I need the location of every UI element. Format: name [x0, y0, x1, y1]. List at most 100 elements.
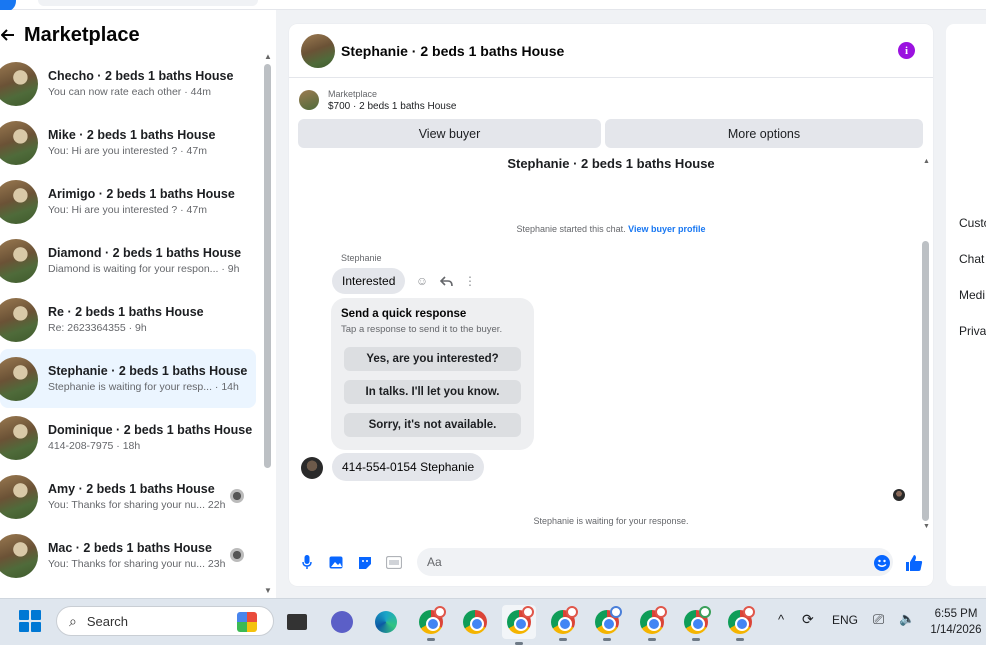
conversation-item[interactable]: Re · 2 beds 1 baths House Re: 2623364355 … — [0, 290, 256, 349]
chrome-profile-icon[interactable] — [418, 606, 446, 641]
clock-time: 6:55 PM — [934, 608, 978, 620]
conversation-name: Checho · 2 beds 1 baths House — [48, 69, 234, 83]
conversation-avatar — [0, 179, 38, 224]
conversation-item[interactable]: Mac · 2 beds 1 baths House You: Thanks fo… — [0, 526, 256, 585]
details-panel: Custo Chat Medi Priva — [946, 24, 986, 586]
windows-start-icon[interactable] — [19, 610, 41, 632]
clock-date: 1/14/2026 — [930, 624, 982, 636]
details-item[interactable]: Custo — [959, 216, 986, 230]
conversation-preview: You: Thanks for sharing your nu... 22h — [48, 499, 226, 511]
sidebar-scrollbar[interactable] — [264, 64, 271, 468]
listing-category: Marketplace — [328, 88, 378, 99]
sender-avatar[interactable] — [301, 457, 323, 479]
taskbar-search-label: Search — [86, 613, 129, 629]
chrome-profile-icon[interactable] — [502, 605, 536, 645]
scroll-up-arrow-icon[interactable]: ▲ — [264, 52, 272, 61]
more-vertical-icon[interactable]: ⋮ — [463, 274, 477, 288]
details-item[interactable]: Medi — [959, 288, 985, 302]
network-icon[interactable]: ⎚ — [873, 611, 884, 628]
conversation-item[interactable]: Arimigo · 2 beds 1 baths House You: Hi ar… — [0, 172, 256, 231]
back-arrow-icon[interactable] — [0, 25, 18, 45]
conversation-item[interactable]: Dominique · 2 beds 1 baths House 414-208-… — [0, 408, 256, 467]
top-navigation-bar — [0, 0, 986, 12]
quick-response-card: Send a quick response Tap a response to … — [331, 298, 534, 450]
message-actions: ☺ ⋮ — [415, 274, 477, 288]
scroll-down-arrow-icon[interactable]: ▼ — [264, 586, 272, 595]
chat-header-title[interactable]: Stephanie · 2 beds 1 baths House — [341, 43, 564, 59]
facebook-search-bar[interactable] — [38, 0, 258, 6]
sticker-icon[interactable] — [357, 554, 373, 570]
marketplace-sidebar: Marketplace Checho · 2 beds 1 baths Hous… — [0, 10, 276, 598]
taskbar-search-box[interactable]: ⌕ Search — [56, 606, 274, 636]
sidebar-header: Marketplace — [0, 22, 140, 48]
view-buyer-profile-link[interactable]: View buyer profile — [628, 224, 705, 234]
chrome-profile-icon[interactable] — [594, 606, 622, 641]
chrome-icon[interactable] — [462, 609, 488, 635]
conversation-avatar — [0, 533, 38, 578]
chrome-profile-icon[interactable] — [550, 606, 578, 641]
conversation-item[interactable]: Stephanie · 2 beds 1 baths House Stephani… — [0, 349, 256, 408]
conversation-list: Checho · 2 beds 1 baths House You can now… — [0, 54, 262, 585]
conversation-preview: 414-208-7975 · 18h — [48, 440, 141, 452]
details-item[interactable]: Priva — [959, 324, 986, 338]
sync-icon[interactable]: ⟳ — [802, 611, 814, 628]
photo-icon[interactable] — [328, 554, 344, 570]
chat-scrollbar[interactable] — [922, 241, 929, 521]
conversation-item[interactable]: Amy · 2 beds 1 baths House You: Thanks fo… — [0, 467, 256, 526]
chat-header: Stephanie · 2 beds 1 baths House i — [289, 24, 933, 78]
emoji-icon[interactable] — [874, 555, 890, 571]
conversation-avatar — [0, 474, 38, 519]
conversation-item[interactable]: Diamond · 2 beds 1 baths House Diamond is… — [0, 231, 256, 290]
details-item[interactable]: Chat — [959, 252, 984, 266]
more-options-button[interactable]: More options — [605, 119, 923, 148]
seen-receipt-avatar — [230, 489, 244, 503]
conversation-avatar — [0, 297, 38, 342]
chat-started-notice: Stephanie started this chat. View buyer … — [289, 224, 933, 234]
gif-icon[interactable] — [386, 554, 402, 570]
edge-icon[interactable] — [373, 609, 399, 635]
conversation-avatar — [0, 120, 38, 165]
info-icon[interactable]: i — [898, 42, 915, 59]
conversation-name: Dominique · 2 beds 1 baths House — [48, 423, 253, 437]
teams-icon[interactable] — [329, 609, 355, 635]
search-icon: ⌕ — [69, 612, 77, 629]
conversation-item[interactable]: Mike · 2 beds 1 baths House You: Hi are y… — [0, 113, 256, 172]
conversation-preview: You: Hi are you interested ? · 47m — [48, 204, 207, 216]
listing-summary[interactable]: Marketplace $700 · 2 beds 1 baths House — [299, 86, 456, 114]
conversation-preview: You can now rate each other · 44m — [48, 86, 212, 98]
scroll-up-arrow-icon[interactable]: ▲ — [923, 158, 930, 165]
language-indicator[interactable]: ENG — [832, 613, 858, 627]
show-hidden-icons-chevron-icon[interactable]: ^ — [778, 612, 784, 627]
quick-response-option[interactable]: In talks. I'll let you know. — [344, 380, 521, 404]
chat-header-avatar[interactable] — [301, 33, 335, 68]
conversation-name: Stephanie · 2 beds 1 baths House — [48, 364, 248, 378]
conversation-avatar — [0, 61, 38, 106]
message-composer — [289, 546, 933, 578]
message-input[interactable] — [417, 548, 893, 576]
conversation-preview: Diamond is waiting for your respon... · … — [48, 263, 240, 275]
conversation-name: Diamond · 2 beds 1 baths House — [48, 246, 242, 260]
thumbs-up-icon[interactable] — [905, 554, 923, 572]
microphone-icon[interactable] — [299, 554, 315, 570]
conversation-name: Re · 2 beds 1 baths House — [48, 305, 204, 319]
react-emoji-icon[interactable]: ☺ — [415, 274, 429, 288]
volume-icon[interactable]: 🔈 — [899, 611, 915, 627]
conversation-preview: Re: 2623364355 · 9h — [48, 322, 147, 334]
conversation-item[interactable]: Checho · 2 beds 1 baths House You can now… — [0, 54, 256, 113]
system-clock[interactable]: 6:55 PM 1/14/2026 — [928, 606, 984, 638]
chrome-profile-icon[interactable] — [727, 606, 755, 641]
listing-thumbnail — [299, 90, 319, 110]
task-view-icon[interactable] — [284, 609, 310, 635]
quick-response-option[interactable]: Yes, are you interested? — [344, 347, 521, 371]
sender-name: Stephanie — [341, 253, 382, 263]
chrome-profile-icon[interactable] — [683, 606, 711, 641]
message-bubble[interactable]: Interested — [332, 268, 406, 294]
reply-icon[interactable] — [439, 274, 453, 288]
chrome-profile-icon[interactable] — [639, 606, 667, 641]
message-bubble[interactable]: 414-554-0154 Stephanie — [332, 453, 485, 481]
scroll-down-arrow-icon[interactable]: ▼ — [923, 523, 930, 530]
quick-response-option[interactable]: Sorry, it's not available. — [344, 413, 521, 437]
view-buyer-button[interactable]: View buyer — [298, 119, 601, 148]
conversation-name: Mike · 2 beds 1 baths House — [48, 128, 216, 142]
quick-response-title: Send a quick response — [341, 308, 467, 320]
